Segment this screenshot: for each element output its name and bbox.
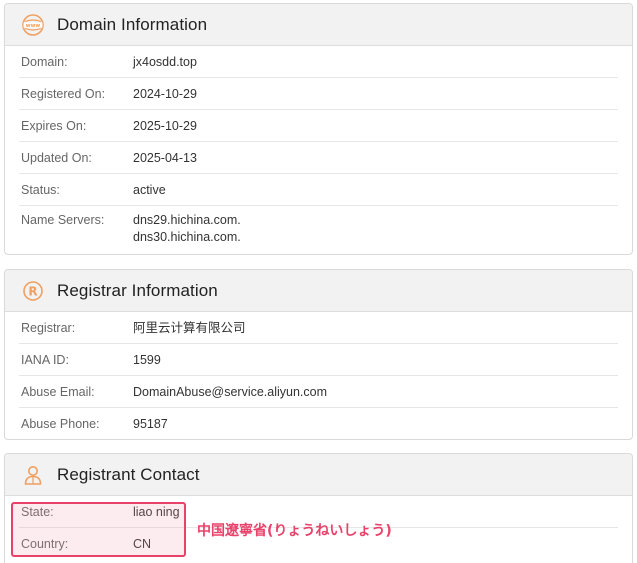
field-label: Abuse Phone:: [21, 417, 100, 431]
field-label: Abuse Email:: [21, 384, 95, 399]
field-label: Name Servers:: [21, 213, 105, 227]
www-globe-icon: www: [21, 13, 45, 37]
field-value: 95187: [133, 417, 168, 431]
field-value: jx4osdd.top: [133, 54, 197, 69]
registrant-contact-header: Registrant Contact: [5, 454, 632, 496]
registrar-information-card: R Registrar Information Registrar: 阿里云计算…: [4, 269, 633, 440]
field-label: Expires On:: [21, 118, 87, 133]
field-label: Domain:: [21, 54, 68, 69]
field-label: IANA ID:: [21, 352, 69, 367]
domain-row: Domain: jx4osdd.top: [19, 46, 618, 78]
name-server-value: dns30.hichina.com.: [133, 230, 241, 244]
highlight-box: [11, 502, 186, 557]
domain-information-header: www Domain Information: [5, 4, 632, 46]
status-row: Status: active: [19, 174, 618, 206]
field-label: Updated On:: [21, 150, 92, 165]
registrar-information-title: Registrar Information: [57, 280, 218, 300]
registrar-information-header: R Registrar Information: [5, 270, 632, 312]
field-label: Registrar:: [21, 320, 76, 335]
name-server-value: dns29.hichina.com.: [133, 213, 241, 227]
field-value: 阿里云计算有限公司: [133, 320, 246, 335]
field-value: 2025-04-13: [133, 150, 197, 165]
iana-id-row: IANA ID: 1599: [19, 344, 618, 376]
field-value: 2024-10-29: [133, 86, 197, 101]
field-value: 1599: [133, 352, 161, 367]
updated-on-row: Updated On: 2025-04-13: [19, 142, 618, 174]
field-value: 2025-10-29: [133, 118, 197, 133]
abuse-phone-row: Abuse Phone: 95187: [19, 408, 618, 439]
registrar-row: Registrar: 阿里云计算有限公司: [19, 312, 618, 344]
expires-on-row: Expires On: 2025-10-29: [19, 110, 618, 142]
domain-information-title: Domain Information: [57, 14, 208, 34]
person-icon: [21, 463, 45, 487]
svg-text:R: R: [28, 284, 37, 298]
registrant-contact-title: Registrant Contact: [57, 464, 200, 484]
field-label: Registered On:: [21, 86, 106, 101]
field-value: active: [133, 182, 166, 197]
annotation-text: 中国遼寧省(りょうねいしょう): [197, 523, 392, 539]
registered-on-row: Registered On: 2024-10-29: [19, 78, 618, 110]
svg-text:www: www: [26, 23, 41, 29]
field-value: DomainAbuse@service.aliyun.com: [133, 384, 328, 399]
field-label: Status:: [21, 182, 60, 197]
name-servers-row: Name Servers: dns29.hichina.com. dns30.h…: [19, 206, 618, 250]
registered-icon: R: [21, 279, 45, 303]
abuse-email-row: Abuse Email: DomainAbuse@service.aliyun.…: [19, 376, 618, 408]
name-servers-list: dns29.hichina.com. dns30.hichina.com.: [133, 212, 241, 246]
domain-information-card: www Domain Information Domain: jx4osdd.t…: [4, 3, 633, 255]
